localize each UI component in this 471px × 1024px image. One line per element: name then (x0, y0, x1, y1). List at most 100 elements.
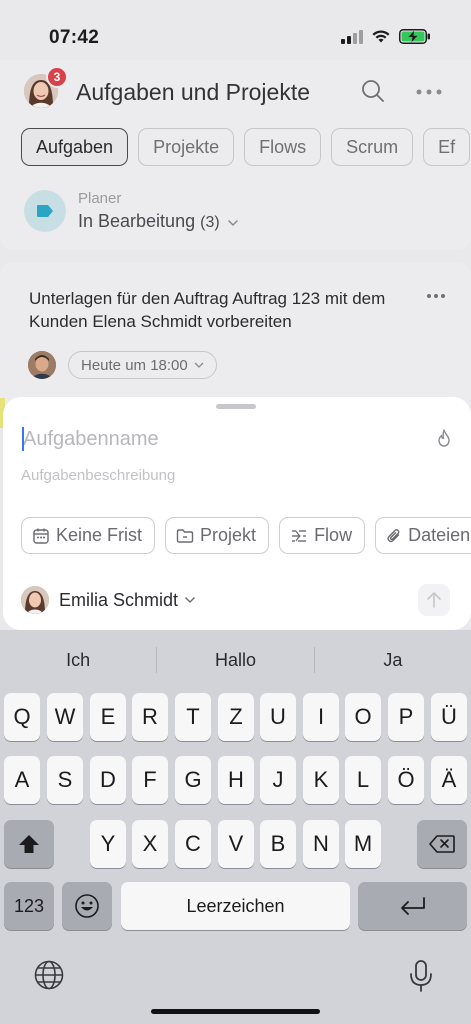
files-chip-label: Dateien (408, 525, 471, 545)
status-bar: 07:42 (0, 0, 471, 60)
key-n[interactable]: N (303, 820, 339, 868)
chevron-down-icon (185, 597, 196, 603)
tag-icon (37, 205, 53, 217)
task-title: Unterlagen für den Auftrag Auftrag 123 m… (29, 289, 386, 331)
backspace-key[interactable] (417, 820, 467, 868)
status-icons (341, 29, 431, 44)
deadline-chip[interactable]: Keine Frist (21, 517, 156, 554)
chevron-down-icon (194, 362, 204, 368)
key-w[interactable]: W (47, 693, 83, 741)
microphone-icon[interactable] (408, 959, 434, 993)
task-description-input[interactable] (21, 463, 401, 487)
more-options-icon[interactable] (415, 88, 443, 96)
emoji-icon (75, 894, 99, 918)
assignee-avatar (28, 351, 56, 379)
text-caret (22, 427, 24, 451)
woman-avatar-icon (21, 586, 49, 614)
key-k[interactable]: K (303, 756, 339, 804)
return-icon (400, 897, 425, 915)
task-more-icon[interactable] (426, 293, 446, 299)
key-y[interactable]: Y (90, 820, 126, 868)
paperclip-icon (387, 528, 400, 542)
chevron-down-icon (227, 219, 238, 227)
battery-charging-icon (399, 29, 430, 44)
project-chip[interactable]: Projekt (165, 517, 270, 554)
search-icon[interactable] (360, 78, 386, 104)
task-option-chips: Keine Frist Projekt Flow Dateien (21, 517, 471, 554)
tab-flows[interactable]: Flows (244, 128, 322, 166)
key-d[interactable]: D (90, 756, 126, 804)
key-h[interactable]: H (218, 756, 254, 804)
key-r[interactable]: R (132, 693, 168, 741)
key-o[interactable]: O (345, 693, 381, 741)
key-m[interactable]: M (345, 820, 381, 868)
tab-aufgaben[interactable]: Aufgaben (21, 128, 129, 166)
shift-key[interactable] (4, 820, 54, 868)
key-c[interactable]: C (175, 820, 211, 868)
return-key[interactable] (358, 882, 467, 930)
tab-bar: Aufgaben Projekte Flows Scrum Ef (21, 128, 471, 166)
key-f[interactable]: F (132, 756, 168, 804)
tab-projekte[interactable]: Projekte (138, 128, 235, 166)
responsible-name: Emilia Schmidt (59, 589, 179, 610)
due-date-label: Heute um 18:00 (81, 356, 188, 374)
folder-icon (176, 528, 194, 543)
planer-icon (24, 190, 66, 232)
key-i[interactable]: I (303, 693, 339, 741)
tab-scrum[interactable]: Scrum (331, 128, 414, 166)
globe-icon[interactable] (33, 959, 65, 991)
send-button[interactable] (418, 584, 450, 616)
key-q[interactable]: Q (4, 693, 40, 741)
status-time: 07:42 (49, 27, 100, 48)
key-p[interactable]: P (388, 693, 424, 741)
suggestion-2[interactable]: Hallo (157, 642, 313, 678)
planer-stage: In Bearbeitung (78, 211, 196, 231)
project-chip-label: Projekt (200, 525, 257, 545)
due-date-chip[interactable]: Heute um 18:00 (68, 351, 217, 379)
suggestion-1[interactable]: Ich (0, 642, 156, 678)
man-avatar-icon (28, 351, 56, 379)
sheet-grabber[interactable] (216, 404, 256, 409)
key-x[interactable]: X (132, 820, 168, 868)
key-s[interactable]: S (47, 756, 83, 804)
key-j[interactable]: J (260, 756, 296, 804)
flow-chip[interactable]: Flow (279, 517, 366, 554)
key-b[interactable]: B (260, 820, 296, 868)
emoji-key[interactable] (62, 882, 112, 930)
planer-label: Planer (78, 190, 122, 207)
deadline-chip-label: Keine Frist (56, 525, 143, 545)
cellular-signal-icon (341, 29, 363, 44)
key-e[interactable]: E (90, 693, 126, 741)
numbers-key[interactable]: 123 (4, 882, 54, 930)
flow-icon (292, 529, 307, 542)
calendar-icon (33, 528, 49, 544)
task-card[interactable]: Unterlagen für den Auftrag Auftrag 123 m… (0, 262, 471, 412)
shift-icon (19, 835, 39, 853)
planer-value: In Bearbeitung (3) (78, 211, 239, 232)
key-v[interactable]: V (218, 820, 254, 868)
tab-ef[interactable]: Ef (423, 128, 471, 166)
flow-chip-label: Flow (314, 525, 353, 545)
responsible-selector[interactable]: Emilia Schmidt (21, 586, 196, 614)
key-ae[interactable]: Ä (431, 756, 467, 804)
home-indicator (151, 1009, 320, 1014)
key-t[interactable]: T (175, 693, 211, 741)
wifi-icon (372, 30, 390, 43)
planer-count: (3) (200, 214, 220, 231)
backspace-icon (429, 835, 455, 853)
flame-icon[interactable] (437, 429, 451, 447)
task-name-input[interactable] (23, 424, 403, 454)
suggestion-3[interactable]: Ja (315, 642, 471, 678)
space-key[interactable]: Leerzeichen (121, 882, 350, 930)
key-l[interactable]: L (345, 756, 381, 804)
new-task-sheet: Keine Frist Projekt Flow (3, 397, 471, 630)
key-z[interactable]: Z (218, 693, 254, 741)
key-oe[interactable]: Ö (388, 756, 424, 804)
key-g[interactable]: G (175, 756, 211, 804)
app-header: 3 Aufgaben und Projekte Aufgaben Projekt… (0, 60, 471, 250)
key-ue[interactable]: Ü (431, 693, 467, 741)
files-chip[interactable]: Dateien (375, 517, 471, 554)
key-a[interactable]: A (4, 756, 40, 804)
profile-avatar[interactable]: 3 (24, 66, 68, 110)
key-u[interactable]: U (260, 693, 296, 741)
